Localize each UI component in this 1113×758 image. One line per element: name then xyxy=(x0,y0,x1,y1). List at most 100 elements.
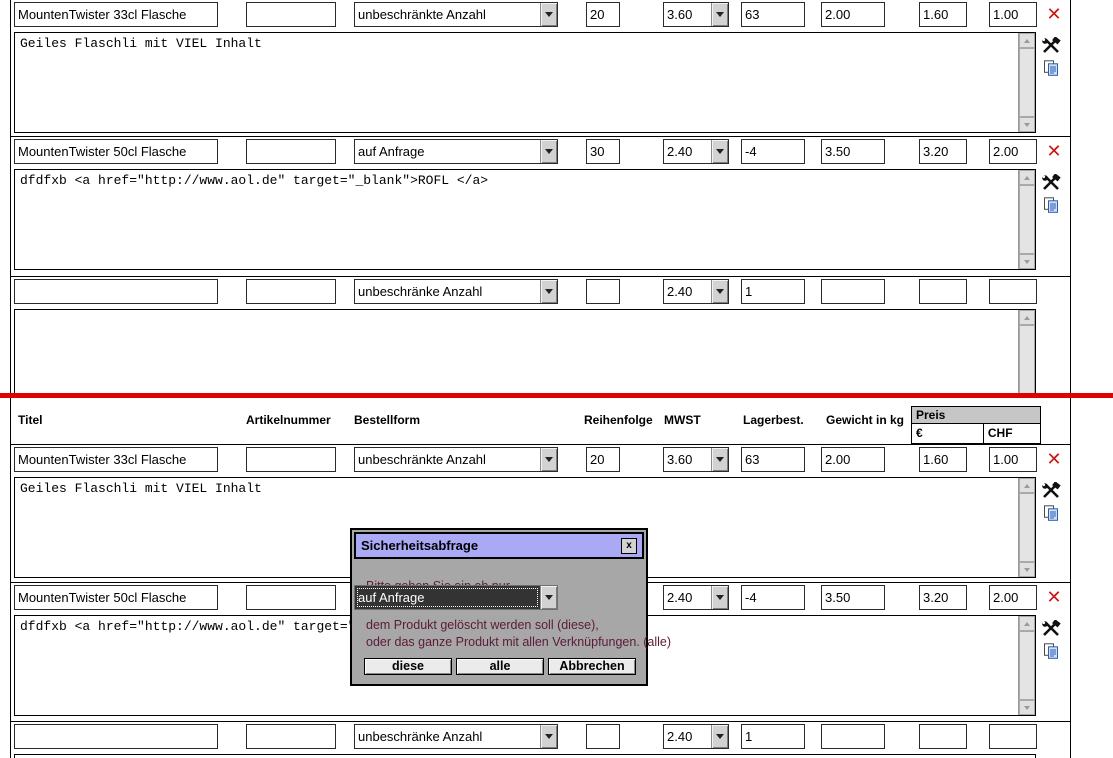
copy-icon[interactable] xyxy=(1043,505,1063,523)
artikelnummer-input[interactable] xyxy=(246,447,336,472)
preis-eur-input[interactable] xyxy=(919,585,967,610)
bestellform-select-focused[interactable]: auf Anfrage xyxy=(354,585,558,610)
scrollbar-thumb[interactable] xyxy=(1019,493,1035,562)
textarea-scrollbar[interactable] xyxy=(1018,616,1035,715)
lagerbestand-input[interactable] xyxy=(741,2,805,27)
delete-row-button[interactable]: ✕ xyxy=(1042,449,1066,471)
gewicht-input[interactable] xyxy=(821,279,885,304)
scroll-up-icon[interactable] xyxy=(1019,33,1035,48)
chevron-down-icon[interactable] xyxy=(711,280,728,303)
chevron-down-icon[interactable] xyxy=(540,140,557,163)
close-icon[interactable]: x xyxy=(621,537,637,554)
preis-chf-input[interactable] xyxy=(989,279,1037,304)
textarea-scrollbar[interactable] xyxy=(1018,170,1035,269)
mwst-select[interactable]: 3.60 xyxy=(663,2,729,27)
chevron-down-icon[interactable] xyxy=(540,725,557,748)
beschreibung-textarea[interactable] xyxy=(14,754,1036,758)
gewicht-input[interactable] xyxy=(821,585,885,610)
titel-input[interactable] xyxy=(14,139,218,164)
reihenfolge-input[interactable] xyxy=(586,279,620,304)
chevron-down-icon[interactable] xyxy=(540,448,557,471)
preis-eur-input[interactable] xyxy=(919,139,967,164)
chevron-down-icon[interactable] xyxy=(711,725,728,748)
chevron-down-icon[interactable] xyxy=(711,3,728,26)
abbrechen-button[interactable]: Abbrechen xyxy=(548,658,636,675)
tools-icon[interactable] xyxy=(1041,481,1061,500)
copy-icon[interactable] xyxy=(1043,197,1063,215)
tools-icon[interactable] xyxy=(1041,619,1061,638)
preis-eur-input[interactable] xyxy=(919,724,967,749)
textarea-scrollbar[interactable] xyxy=(1018,478,1035,577)
mwst-select[interactable]: 2.40 xyxy=(663,139,729,164)
artikelnummer-input[interactable] xyxy=(246,585,336,610)
delete-row-button[interactable]: ✕ xyxy=(1042,141,1066,163)
gewicht-input[interactable] xyxy=(821,139,885,164)
textarea-scrollbar[interactable] xyxy=(1018,33,1035,132)
lagerbestand-input[interactable] xyxy=(741,139,805,164)
artikelnummer-input[interactable] xyxy=(246,724,336,749)
bestellform-select[interactable]: unbeschränke Anzahl xyxy=(354,279,558,304)
gewicht-input[interactable] xyxy=(821,724,885,749)
artikelnummer-input[interactable] xyxy=(246,2,336,27)
mwst-select[interactable]: 2.40 xyxy=(663,279,729,304)
chevron-down-icon[interactable] xyxy=(540,586,557,609)
scroll-down-icon[interactable] xyxy=(1019,117,1035,132)
delete-row-button[interactable]: ✕ xyxy=(1042,4,1066,26)
lagerbestand-input[interactable] xyxy=(741,447,805,472)
titel-input[interactable] xyxy=(14,724,218,749)
reihenfolge-input[interactable] xyxy=(586,447,620,472)
scroll-up-icon[interactable] xyxy=(1019,478,1035,493)
tools-icon[interactable] xyxy=(1041,173,1061,192)
titel-input[interactable] xyxy=(14,447,218,472)
scroll-up-icon[interactable] xyxy=(1019,616,1035,631)
mwst-select[interactable]: 2.40 xyxy=(663,585,729,610)
copy-icon[interactable] xyxy=(1043,643,1063,661)
mwst-select[interactable]: 3.60 xyxy=(663,447,729,472)
mwst-select[interactable]: 2.40 xyxy=(663,724,729,749)
copy-icon[interactable] xyxy=(1043,60,1063,78)
scroll-up-icon[interactable] xyxy=(1019,310,1035,325)
titel-input[interactable] xyxy=(14,279,218,304)
dialog-titlebar[interactable]: Sicherheitsabfrage x xyxy=(354,532,644,559)
textarea-scrollbar[interactable] xyxy=(1018,310,1035,393)
preis-eur-input[interactable] xyxy=(919,447,967,472)
beschreibung-textarea[interactable] xyxy=(14,309,1036,393)
titel-input[interactable] xyxy=(14,2,218,27)
chevron-down-icon[interactable] xyxy=(540,3,557,26)
scroll-down-icon[interactable] xyxy=(1019,562,1035,577)
scroll-down-icon[interactable] xyxy=(1019,254,1035,269)
chevron-down-icon[interactable] xyxy=(711,140,728,163)
preis-chf-input[interactable] xyxy=(989,724,1037,749)
preis-chf-input[interactable] xyxy=(989,447,1037,472)
reihenfolge-input[interactable] xyxy=(586,139,620,164)
reihenfolge-input[interactable] xyxy=(586,724,620,749)
gewicht-input[interactable] xyxy=(821,447,885,472)
bestellform-select[interactable]: unbeschränke Anzahl xyxy=(354,724,558,749)
scrollbar-thumb[interactable] xyxy=(1019,631,1035,700)
lagerbestand-input[interactable] xyxy=(741,724,805,749)
preis-eur-input[interactable] xyxy=(919,2,967,27)
lagerbestand-input[interactable] xyxy=(741,585,805,610)
tools-icon[interactable] xyxy=(1041,36,1061,55)
artikelnummer-input[interactable] xyxy=(246,279,336,304)
preis-chf-input[interactable] xyxy=(989,585,1037,610)
delete-row-button[interactable]: ✕ xyxy=(1042,587,1066,609)
scrollbar-thumb[interactable] xyxy=(1019,325,1035,393)
chevron-down-icon[interactable] xyxy=(711,586,728,609)
titel-input[interactable] xyxy=(14,585,218,610)
artikelnummer-input[interactable] xyxy=(246,139,336,164)
reihenfolge-input[interactable] xyxy=(586,2,620,27)
alle-button[interactable]: alle xyxy=(456,658,544,675)
lagerbestand-input[interactable] xyxy=(741,279,805,304)
scroll-up-icon[interactable] xyxy=(1019,170,1035,185)
preis-chf-input[interactable] xyxy=(989,139,1037,164)
bestellform-select[interactable]: unbeschränkte Anzahl xyxy=(354,447,558,472)
chevron-down-icon[interactable] xyxy=(711,448,728,471)
beschreibung-textarea[interactable]: Geiles Flaschli mit VIEL Inhalt xyxy=(14,32,1036,133)
scroll-down-icon[interactable] xyxy=(1019,700,1035,715)
scrollbar-thumb[interactable] xyxy=(1019,48,1035,117)
bestellform-select[interactable]: auf Anfrage xyxy=(354,139,558,164)
bestellform-select[interactable]: unbeschränkte Anzahl xyxy=(354,2,558,27)
gewicht-input[interactable] xyxy=(821,2,885,27)
preis-eur-input[interactable] xyxy=(919,279,967,304)
